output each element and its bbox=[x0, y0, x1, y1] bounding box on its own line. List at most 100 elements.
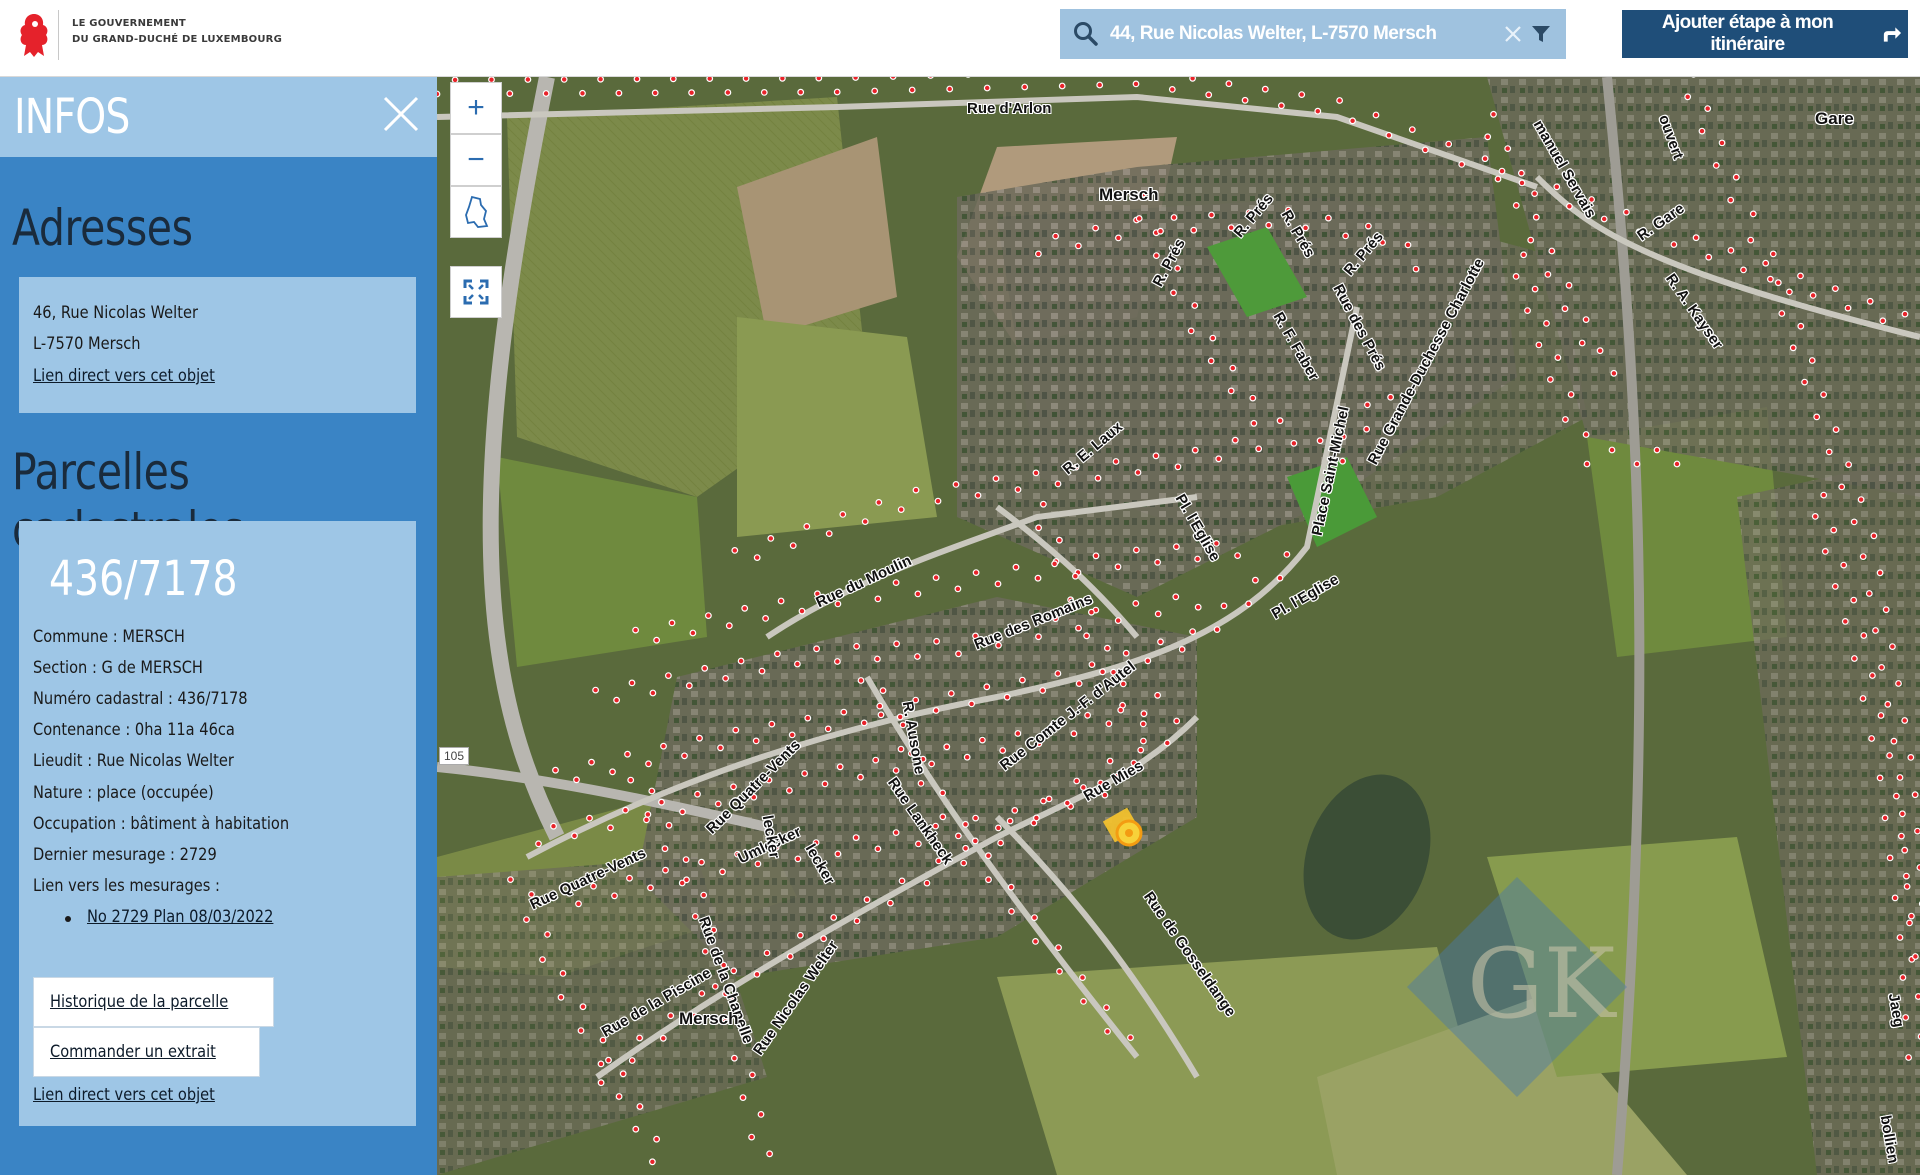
address-point[interactable] bbox=[682, 856, 690, 863]
address-point[interactable] bbox=[1054, 670, 1062, 677]
address-point[interactable] bbox=[874, 595, 882, 603]
address-point[interactable] bbox=[1316, 437, 1324, 445]
address-point[interactable] bbox=[1458, 160, 1466, 168]
address-point[interactable] bbox=[1006, 817, 1014, 825]
address-point[interactable] bbox=[1278, 102, 1285, 110]
address-point[interactable] bbox=[1003, 693, 1011, 701]
address-point[interactable] bbox=[1808, 357, 1816, 364]
address-point[interactable] bbox=[830, 914, 838, 921]
address-point[interactable] bbox=[1766, 275, 1774, 283]
address-point[interactable] bbox=[767, 535, 775, 542]
address-point[interactable] bbox=[1040, 797, 1047, 805]
address-point[interactable] bbox=[960, 859, 968, 867]
address-point[interactable] bbox=[758, 667, 766, 675]
address-point[interactable] bbox=[711, 983, 719, 990]
address-point[interactable] bbox=[794, 855, 802, 863]
address-point[interactable] bbox=[1154, 610, 1162, 618]
address-point[interactable] bbox=[999, 747, 1007, 754]
address-point[interactable] bbox=[1850, 518, 1858, 526]
address-point[interactable] bbox=[1135, 215, 1143, 222]
address-point[interactable] bbox=[1314, 107, 1322, 115]
search-icon[interactable] bbox=[1072, 20, 1100, 48]
address-point[interactable] bbox=[1058, 82, 1066, 90]
add-itinerary-step-button[interactable]: Ajouter étape à mon itinéraire bbox=[1622, 10, 1908, 58]
address-point[interactable] bbox=[955, 832, 962, 840]
address-point[interactable] bbox=[1622, 208, 1630, 216]
address-point[interactable] bbox=[871, 87, 879, 95]
address-point[interactable] bbox=[1007, 883, 1015, 891]
address-point[interactable] bbox=[1445, 140, 1453, 148]
address-point[interactable] bbox=[648, 787, 656, 795]
address-point[interactable] bbox=[1866, 297, 1874, 305]
aerial-map[interactable]: + − 105 Rue d'Arlon Mersch Gare R. Prés … bbox=[437, 77, 1920, 1175]
address-point[interactable] bbox=[1290, 439, 1298, 447]
address-point[interactable] bbox=[915, 840, 922, 848]
address-point[interactable] bbox=[834, 658, 841, 665]
luxembourg-lion-logo[interactable] bbox=[14, 10, 54, 60]
address-point[interactable] bbox=[804, 714, 812, 722]
address-point[interactable] bbox=[1583, 460, 1591, 468]
address-point[interactable] bbox=[741, 604, 749, 612]
address-point[interactable] bbox=[1845, 461, 1852, 469]
address-point[interactable] bbox=[1886, 752, 1893, 759]
address-point[interactable] bbox=[1055, 944, 1062, 951]
address-point[interactable] bbox=[1565, 202, 1573, 210]
address-point[interactable] bbox=[560, 77, 568, 83]
address-point[interactable] bbox=[1170, 289, 1177, 297]
address-point[interactable] bbox=[1099, 668, 1106, 676]
address-point[interactable] bbox=[1252, 576, 1259, 584]
address-point[interactable] bbox=[1907, 754, 1915, 761]
address-point[interactable] bbox=[1132, 600, 1140, 607]
address-point[interactable] bbox=[1789, 344, 1797, 352]
address-point[interactable] bbox=[1035, 250, 1042, 258]
address-point[interactable] bbox=[1898, 810, 1906, 818]
address-point[interactable] bbox=[1021, 83, 1029, 91]
fullscreen-button[interactable] bbox=[450, 266, 502, 318]
address-point[interactable] bbox=[1914, 827, 1920, 835]
address-point[interactable] bbox=[1174, 463, 1182, 471]
address-point[interactable] bbox=[1504, 145, 1512, 152]
address-point[interactable] bbox=[1231, 436, 1239, 444]
address-point[interactable] bbox=[1336, 97, 1343, 104]
address-point[interactable] bbox=[1531, 190, 1538, 197]
address-point[interactable] bbox=[1051, 560, 1058, 568]
address-point[interactable] bbox=[722, 675, 730, 682]
address-point[interactable] bbox=[815, 77, 823, 82]
address-point[interactable] bbox=[539, 956, 546, 963]
address-point[interactable] bbox=[644, 811, 652, 818]
address-point[interactable] bbox=[876, 702, 884, 710]
address-point[interactable] bbox=[679, 808, 686, 816]
address-point[interactable] bbox=[877, 711, 885, 719]
address-point[interactable] bbox=[1888, 643, 1896, 650]
address-point[interactable] bbox=[1154, 691, 1161, 699]
address-point[interactable] bbox=[615, 1093, 623, 1100]
address-point[interactable] bbox=[1860, 632, 1868, 639]
address-point[interactable] bbox=[1899, 974, 1907, 981]
address-point[interactable] bbox=[1092, 552, 1100, 560]
address-point[interactable] bbox=[696, 734, 703, 742]
address-point[interactable] bbox=[1870, 532, 1878, 540]
address-point[interactable] bbox=[1157, 227, 1164, 235]
address-point[interactable] bbox=[1527, 236, 1535, 244]
address-point[interactable] bbox=[651, 89, 659, 97]
address-point[interactable] bbox=[952, 481, 960, 488]
address-point[interactable] bbox=[995, 824, 1002, 832]
address-point[interactable] bbox=[1911, 953, 1919, 960]
address-point[interactable] bbox=[588, 758, 595, 766]
address-point[interactable] bbox=[1404, 241, 1412, 249]
address-point[interactable] bbox=[717, 744, 724, 752]
address-point[interactable] bbox=[1498, 167, 1506, 175]
address-point[interactable] bbox=[943, 743, 951, 751]
address-point[interactable] bbox=[1372, 111, 1380, 119]
address-point[interactable] bbox=[1117, 706, 1125, 714]
address-point[interactable] bbox=[786, 953, 794, 960]
address-point[interactable] bbox=[1031, 914, 1038, 921]
address-point[interactable] bbox=[1886, 854, 1894, 862]
address-point[interactable] bbox=[1173, 543, 1180, 551]
address-point[interactable] bbox=[1531, 285, 1539, 293]
selected-location-marker[interactable] bbox=[1103, 807, 1145, 849]
address-point[interactable] bbox=[1890, 737, 1898, 745]
address-point[interactable] bbox=[1901, 717, 1909, 724]
address-point[interactable] bbox=[619, 1070, 627, 1078]
address-point[interactable] bbox=[1859, 553, 1867, 561]
